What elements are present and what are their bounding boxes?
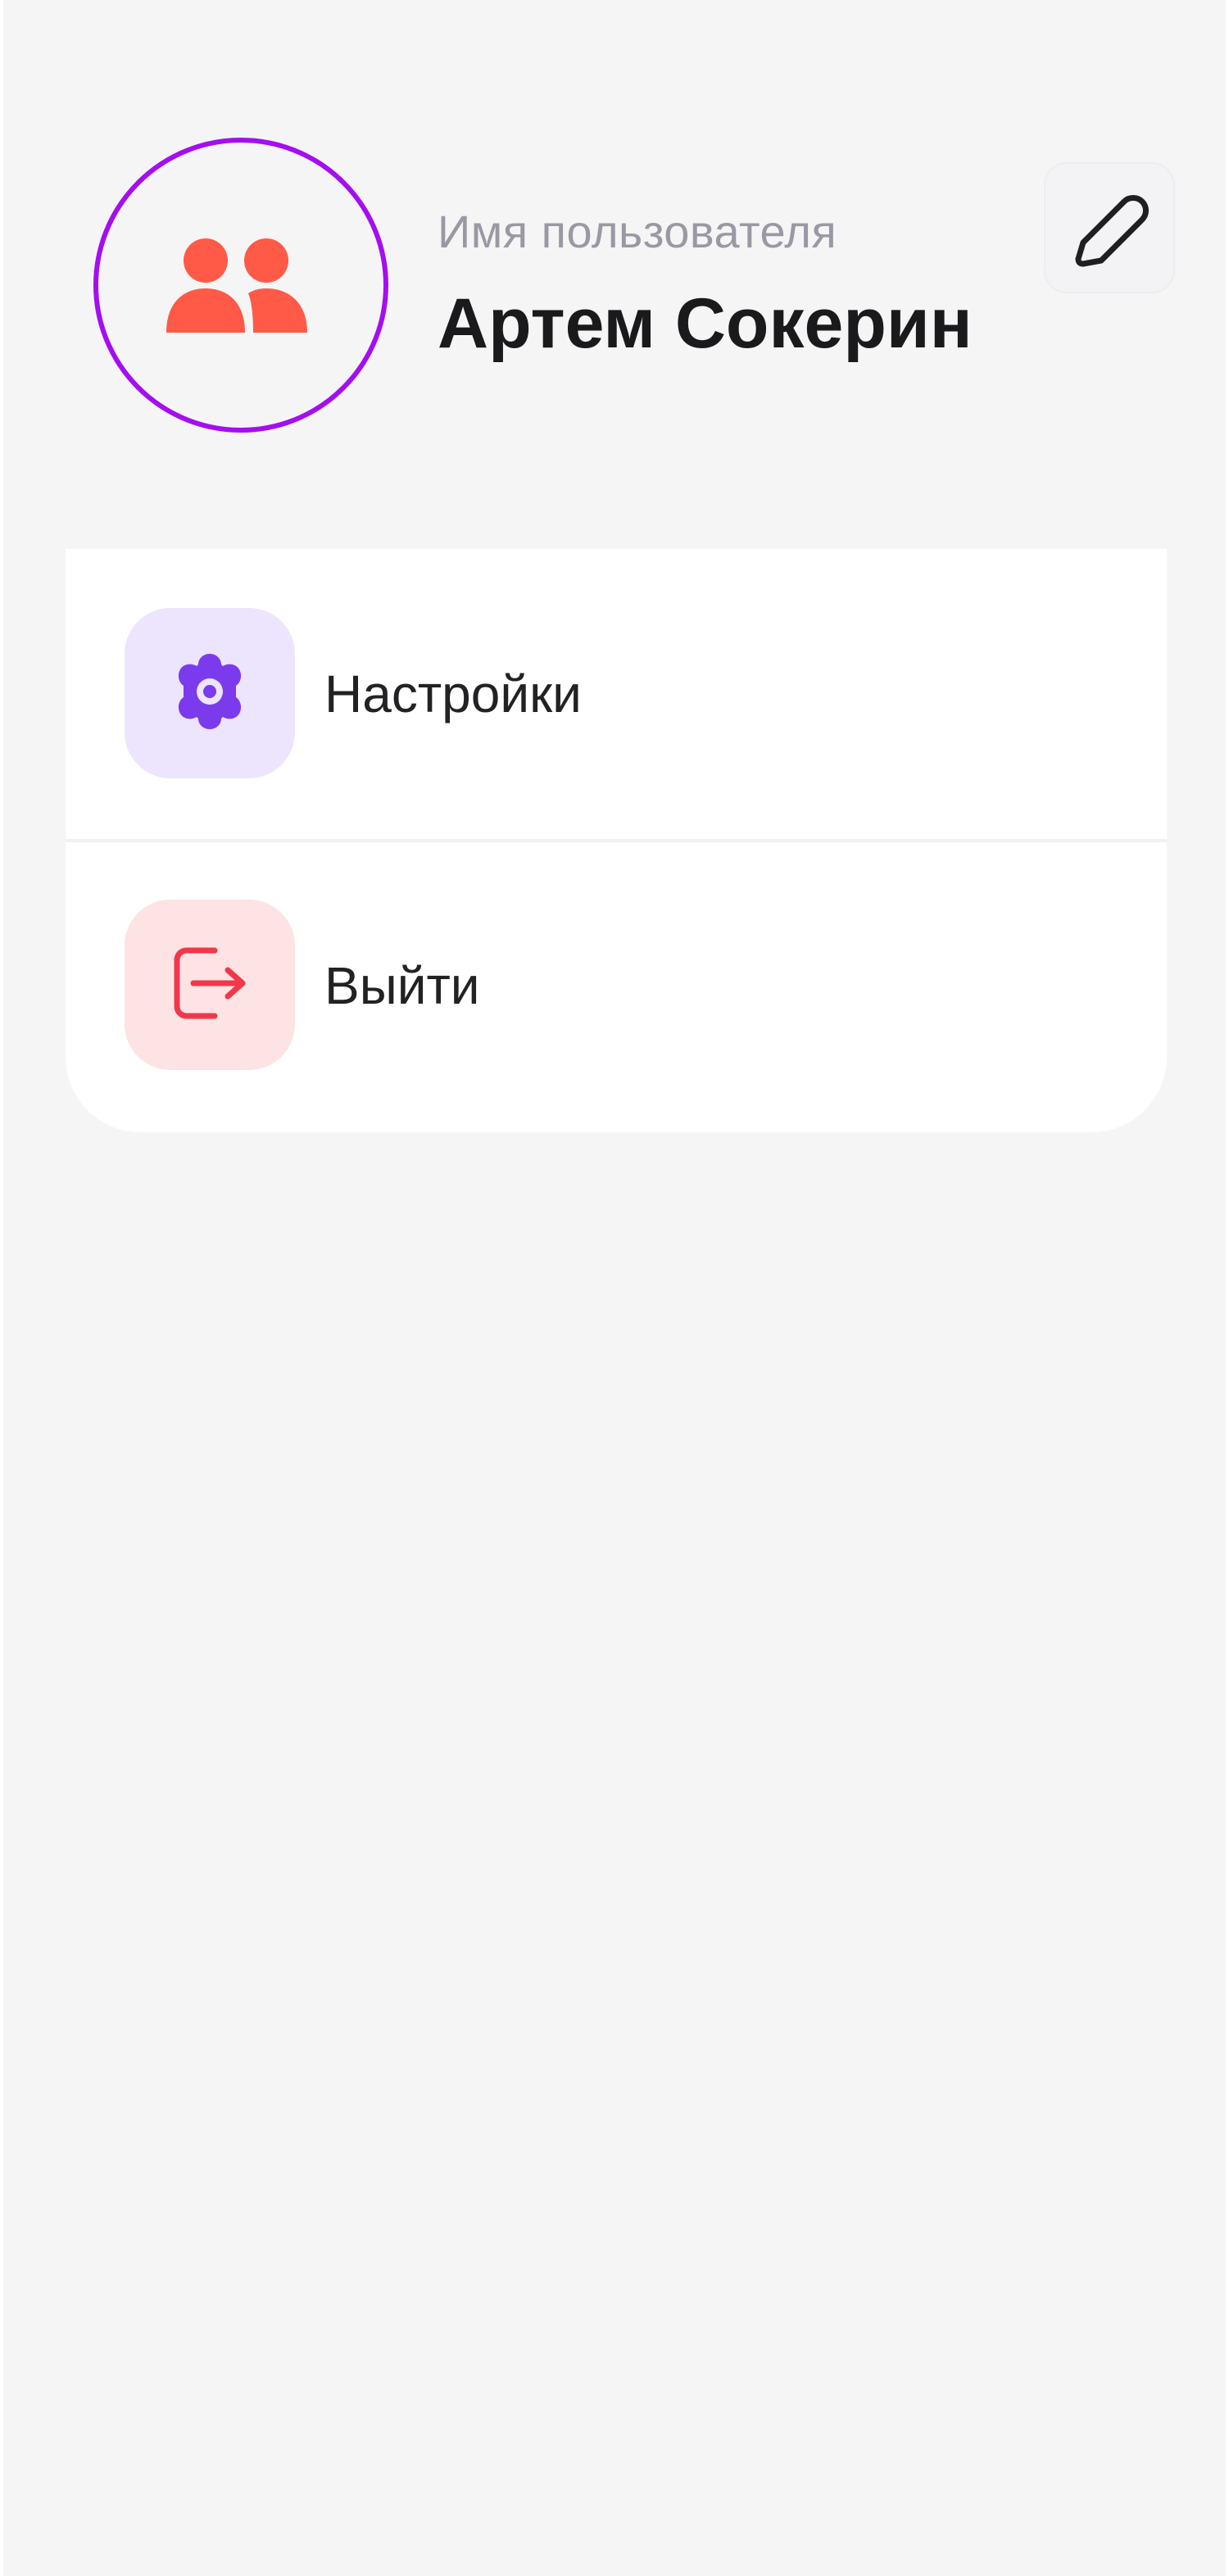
settings-icon-box — [125, 608, 295, 778]
settings-label: Настройки — [324, 664, 582, 723]
logout-icon — [169, 942, 251, 1028]
edit-profile-button[interactable] — [1044, 162, 1175, 293]
menu-item-logout[interactable]: Выйти — [66, 842, 1167, 1132]
menu-item-settings[interactable]: Настройки — [66, 549, 1167, 839]
avatar[interactable] — [93, 138, 388, 433]
profile-header: Имя пользователя Артем Сокерин — [3, 0, 1226, 492]
pencil-icon — [1068, 185, 1150, 271]
users-icon — [163, 236, 319, 334]
screen-edge-right — [1226, 0, 1229, 2576]
username-label: Имя пользователя — [438, 206, 837, 257]
username-value: Артем Сокерин — [438, 284, 973, 363]
profile-screen: Имя пользователя Артем Сокерин Настройки — [3, 0, 1226, 2576]
logout-label: Выйти — [324, 956, 480, 1015]
menu-card: Настройки Выйти — [66, 549, 1167, 1132]
logout-icon-box — [125, 900, 295, 1070]
gear-icon — [170, 651, 249, 737]
